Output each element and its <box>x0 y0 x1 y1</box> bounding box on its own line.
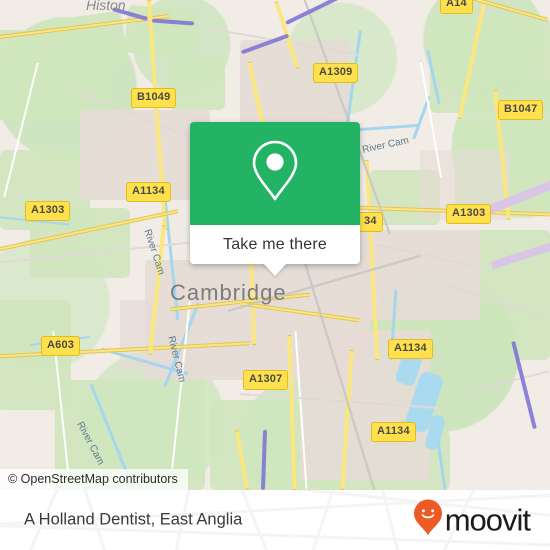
map-green-area <box>430 18 550 113</box>
moovit-logo[interactable]: moovit <box>413 499 531 542</box>
map-city-label: Cambridge <box>170 280 287 305</box>
map-road-shield[interactable]: A1134 <box>371 422 416 442</box>
map-road-shield[interactable]: A1309 <box>313 63 359 83</box>
popup-tail-pointer <box>263 263 287 276</box>
moovit-smiley-pin-icon <box>413 499 443 542</box>
map-road-shield[interactable]: 34 <box>358 212 383 232</box>
footer-bar: A Holland Dentist, East Anglia moovit <box>0 490 550 550</box>
map-road-shield[interactable]: A1134 <box>388 339 433 359</box>
map-place-label-histon: Histon <box>86 0 126 13</box>
map-green-area <box>170 60 225 110</box>
map-road-shield[interactable]: A1303 <box>25 201 71 221</box>
map-road-shield[interactable]: A1307 <box>243 370 289 390</box>
place-title: A Holland Dentist, East Anglia <box>24 510 243 529</box>
location-pin-icon <box>248 138 302 209</box>
map-road-shield[interactable]: B1047 <box>498 100 544 120</box>
screenshot-root: Cambridge Histon River Cam River Cam Riv… <box>0 0 550 550</box>
map-road-shield[interactable]: B1049 <box>131 88 177 108</box>
take-me-there-popup[interactable]: Take me there <box>190 122 360 276</box>
popup-action-bar[interactable]: Take me there <box>190 225 360 264</box>
take-me-there-label: Take me there <box>223 235 327 253</box>
map-road-shield[interactable]: A1134 <box>126 182 171 202</box>
moovit-wordmark: moovit <box>444 502 531 538</box>
popup-icon-panel <box>190 122 360 225</box>
map-road-shield[interactable]: A603 <box>41 336 81 356</box>
map-road-shield[interactable]: A1303 <box>446 204 492 224</box>
map-attribution[interactable]: © OpenStreetMap contributors <box>0 469 188 490</box>
map-road-shield[interactable]: A14 <box>440 0 473 14</box>
